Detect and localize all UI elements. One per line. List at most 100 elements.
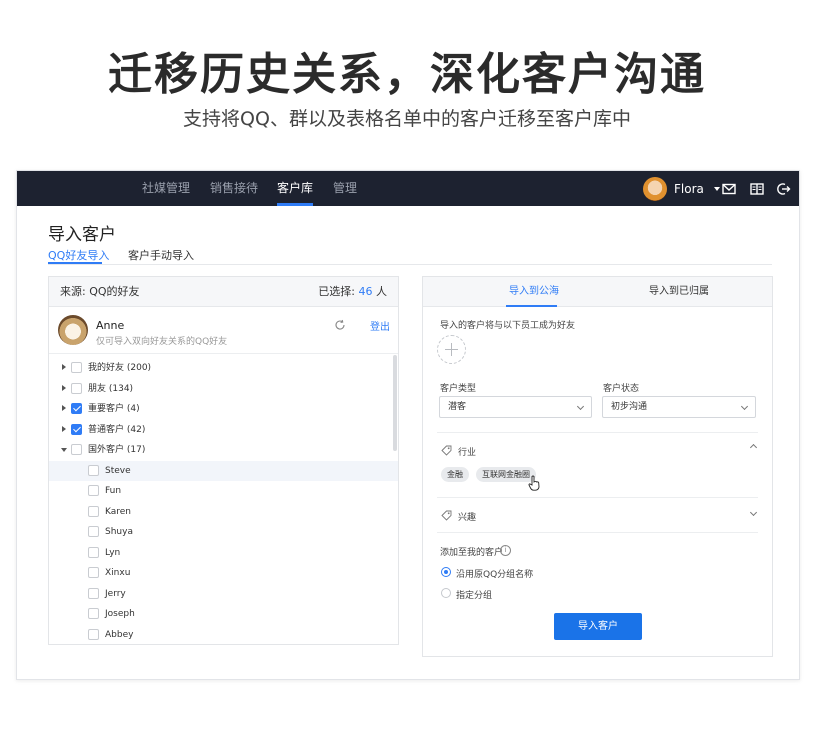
chevron-up-icon[interactable]	[749, 443, 758, 452]
tree-scrollbar[interactable]	[393, 355, 397, 451]
customer-type-label: 客户类型	[440, 384, 477, 394]
tab-qq-import[interactable]: QQ好友导入	[48, 247, 109, 263]
checkbox[interactable]	[88, 587, 99, 599]
tree-item-label: 我的好友 (200)	[88, 363, 152, 373]
source-label: 来源: QQ的好友	[60, 285, 140, 298]
tree-group-row[interactable]: 国外客户 (17)	[49, 440, 398, 460]
tree-item-label: Karen	[105, 506, 132, 517]
radio-keep-group[interactable]	[441, 567, 451, 577]
profile-name: Anne	[96, 319, 125, 332]
tree-item-label: 普通客户 (42)	[88, 424, 146, 435]
checkbox[interactable]	[88, 567, 99, 578]
info-icon[interactable]: i	[500, 545, 511, 556]
tree-friend-row[interactable]: Fun	[49, 481, 398, 501]
tree-friend-row[interactable]: Jerry	[49, 584, 398, 604]
checkbox[interactable]	[71, 403, 82, 414]
nav-customer-library[interactable]: 客户库	[277, 171, 314, 206]
selected-count-label: 已选择: 46 人	[318, 277, 387, 307]
hand-cursor-icon	[528, 475, 540, 491]
profile-hint: 仅可导入双向好友关系的QQ好友	[96, 337, 228, 347]
checkbox[interactable]	[88, 546, 99, 558]
tree-item-label: Lyn	[105, 547, 121, 558]
caret-down-icon[interactable]	[61, 448, 67, 452]
source-panel-header: 来源: QQ的好友 已选择: 46 人	[49, 277, 398, 307]
tree-item-label: 朋友 (134)	[88, 383, 134, 394]
tree-friend-row[interactable]: Karen	[49, 502, 398, 522]
tree-friend-row[interactable]: Xinxu	[49, 563, 398, 583]
checkbox[interactable]	[88, 485, 99, 496]
caret-right-icon[interactable]	[62, 425, 66, 432]
checkbox[interactable]	[88, 526, 99, 537]
nav-manage[interactable]: 管理	[333, 171, 357, 206]
tree-friend-row[interactable]: Abbey	[49, 625, 398, 645]
hero-subtitle: 支持将QQ、群以及表格名单中的客户迁移至客户库中	[183, 108, 631, 130]
industry-tag[interactable]: 金融	[441, 467, 469, 482]
tree-friend-row[interactable]: Joseph	[49, 604, 398, 624]
checkbox[interactable]	[71, 444, 82, 455]
divider	[437, 497, 758, 498]
tab-manual-import[interactable]: 客户手动导入	[128, 247, 194, 263]
nav-sales[interactable]: 销售接待	[210, 171, 258, 206]
tree-item-label: Steve	[105, 465, 131, 476]
checkbox[interactable]	[71, 362, 82, 373]
selected-count: 46	[358, 285, 373, 298]
avatar	[58, 315, 88, 345]
customer-status-select[interactable]: 初步沟通	[602, 396, 756, 418]
customer-status-value: 初步沟通	[611, 402, 648, 412]
page-title: 导入客户	[48, 225, 116, 245]
tree-group-row[interactable]: 我的好友 (200)	[49, 358, 398, 378]
target-tab-indicator	[506, 305, 557, 307]
tree-friend-row[interactable]: Lyn	[49, 543, 398, 563]
interest-label: 兴趣	[458, 513, 477, 523]
refresh-icon[interactable]	[334, 319, 346, 331]
nav-active-indicator	[277, 203, 314, 206]
chevron-down-icon	[576, 402, 585, 411]
checkbox[interactable]	[88, 505, 99, 517]
tree-item-label: Shuya	[105, 527, 133, 537]
checkbox[interactable]	[71, 423, 82, 435]
book-icon[interactable]	[750, 182, 764, 196]
qq-logout-link[interactable]: 登出	[370, 318, 390, 333]
hero-title: 迁移历史关系，深化客户沟通	[108, 49, 706, 100]
checkbox[interactable]	[88, 608, 99, 619]
tree-group-row[interactable]: 朋友 (134)	[49, 379, 398, 399]
caret-right-icon[interactable]	[62, 405, 66, 411]
industry-tag[interactable]: 互联网金融圈	[476, 467, 536, 482]
app-window: 社媒管理 销售接待 客户库 管理 Flora 导入客户 QQ好友导入 客户手动导…	[16, 170, 800, 680]
mail-icon[interactable]	[722, 182, 736, 196]
checkbox[interactable]	[71, 382, 82, 394]
tag-icon	[441, 510, 452, 521]
target-panel: 导入到公海 导入到已归属 导入的客户将与以下员工成为好友 客户类型 潜客 客户状…	[422, 276, 773, 657]
friend-hint: 导入的客户将与以下员工成为好友	[440, 321, 576, 331]
divider	[437, 432, 758, 433]
tree-friend-row[interactable]: Shuya	[49, 522, 398, 542]
caret-right-icon[interactable]	[62, 364, 66, 370]
chevron-down-icon[interactable]	[749, 508, 758, 517]
qq-profile: Anne 仅可导入双向好友关系的QQ好友 登出	[49, 307, 398, 354]
tree-item-label: Joseph	[105, 609, 135, 619]
radio-specify-group-label: 指定分组	[456, 591, 493, 601]
radio-keep-group-label: 沿用原QQ分组名称	[456, 570, 534, 580]
tree-group-row[interactable]: 普通客户 (42)	[49, 420, 398, 440]
tree-friend-row[interactable]: Steve	[49, 460, 398, 481]
selected-prefix: 已选择:	[318, 285, 359, 298]
tree-item-label: Xinxu	[105, 568, 131, 578]
tab-import-public[interactable]: 导入到公海	[509, 277, 559, 307]
logout-icon[interactable]	[777, 182, 791, 196]
add-employee-button[interactable]	[437, 335, 466, 364]
import-customers-button[interactable]: 导入客户	[554, 613, 642, 640]
tree-item-label: Abbey	[105, 629, 134, 640]
radio-specify-group[interactable]	[441, 588, 451, 598]
checkbox[interactable]	[88, 464, 99, 476]
nav-customer-library-label: 客户库	[277, 181, 314, 195]
customer-type-select[interactable]: 潜客	[439, 396, 592, 418]
nav-social[interactable]: 社媒管理	[142, 171, 190, 206]
tree-item-label: 国外客户 (17)	[88, 445, 146, 455]
tree-group-row[interactable]: 重要客户 (4)	[49, 399, 398, 419]
tab-import-owned[interactable]: 导入到已归属	[649, 277, 709, 307]
selected-suffix: 人	[372, 285, 387, 298]
divider	[437, 532, 758, 533]
checkbox[interactable]	[88, 628, 99, 640]
tree-item-label: Jerry	[105, 588, 126, 599]
caret-right-icon[interactable]	[62, 384, 66, 391]
